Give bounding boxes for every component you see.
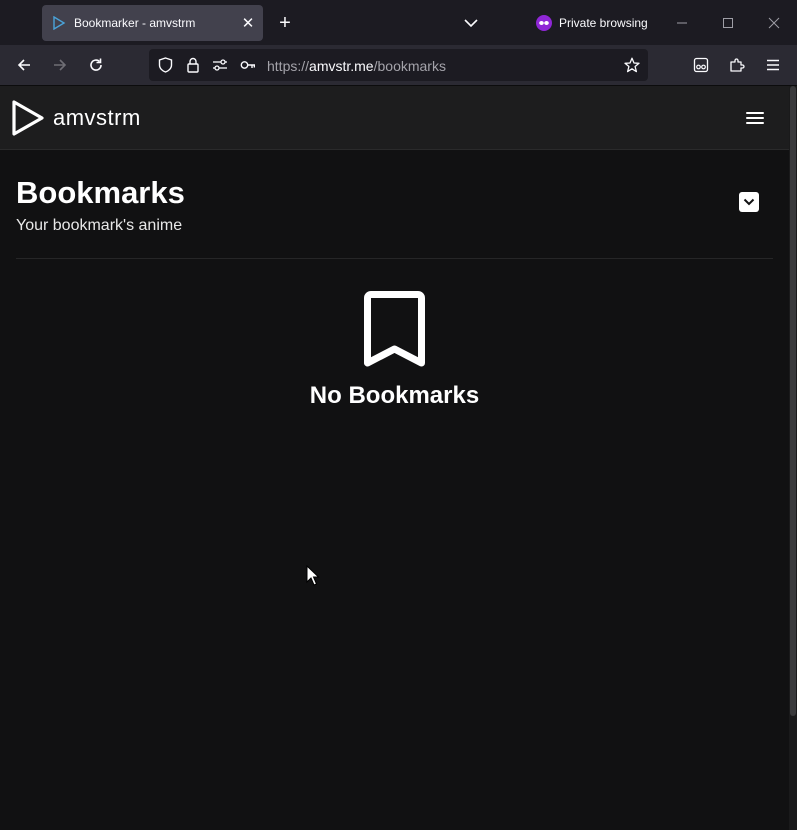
extensions-button[interactable]	[724, 52, 750, 78]
reload-icon	[90, 58, 102, 71]
navigation-toolbar: https://amvstr.me/bookmarks	[0, 45, 797, 86]
page-scrollbar[interactable]	[789, 86, 797, 830]
page-title: Bookmarks	[16, 175, 185, 210]
tab-strip: Bookmarker - amvstrm ✕ + Private browsin…	[0, 0, 797, 45]
hamburger-icon	[767, 59, 779, 71]
private-mask-icon	[536, 15, 552, 31]
maximize-button[interactable]	[715, 10, 741, 36]
lock-icon[interactable]	[185, 57, 201, 73]
reload-button[interactable]	[83, 52, 109, 78]
minimize-icon	[677, 22, 687, 24]
hamburger-menu-icon[interactable]	[742, 109, 768, 127]
forward-arrow-icon	[54, 59, 67, 71]
section-divider	[16, 258, 773, 259]
bookmark-star-icon[interactable]	[624, 57, 640, 73]
site-header: amvstrm	[0, 86, 789, 150]
url-text: https://amvstr.me/bookmarks	[267, 58, 446, 74]
back-button[interactable]	[11, 52, 37, 78]
private-browsing-indicator: Private browsing	[536, 13, 648, 33]
close-window-button[interactable]	[761, 10, 787, 36]
chevron-down-icon	[743, 198, 755, 206]
key-icon[interactable]	[240, 57, 256, 73]
browser-tab[interactable]: Bookmarker - amvstrm ✕	[42, 5, 263, 41]
mouse-pointer-icon	[306, 565, 320, 586]
private-browsing-label: Private browsing	[559, 16, 648, 30]
address-bar[interactable]: https://amvstr.me/bookmarks	[149, 49, 648, 81]
list-tabs-button[interactable]	[458, 10, 484, 36]
scrollbar-thumb[interactable]	[790, 86, 796, 716]
tab-title: Bookmarker - amvstrm	[74, 16, 196, 30]
maximize-icon	[723, 18, 733, 28]
app-menu-button[interactable]	[760, 52, 786, 78]
play-logo-icon	[12, 100, 44, 136]
permissions-icon[interactable]	[212, 57, 228, 73]
reader-view-button[interactable]	[688, 52, 714, 78]
reader-view-icon	[693, 57, 709, 73]
bookmark-icon	[364, 291, 425, 367]
page-viewport: amvstrm Bookmarks Your bookmark's anime …	[0, 86, 789, 830]
dropdown-toggle-button[interactable]	[739, 192, 759, 212]
puzzle-icon	[730, 58, 745, 72]
chevron-down-icon	[464, 19, 478, 28]
shield-icon[interactable]	[157, 57, 173, 73]
back-arrow-icon	[17, 59, 30, 71]
tab-favicon-icon	[53, 16, 66, 30]
close-icon	[768, 17, 780, 29]
forward-button[interactable]	[47, 52, 73, 78]
new-tab-button[interactable]: +	[272, 10, 298, 36]
site-brand-name: amvstrm	[53, 105, 141, 130]
site-logo[interactable]: amvstrm	[11, 99, 141, 137]
tab-close-icon[interactable]: ✕	[235, 10, 261, 36]
empty-state-message: No Bookmarks	[309, 382, 480, 409]
minimize-button[interactable]	[669, 10, 695, 36]
page-subtitle: Your bookmark's anime	[16, 217, 183, 234]
